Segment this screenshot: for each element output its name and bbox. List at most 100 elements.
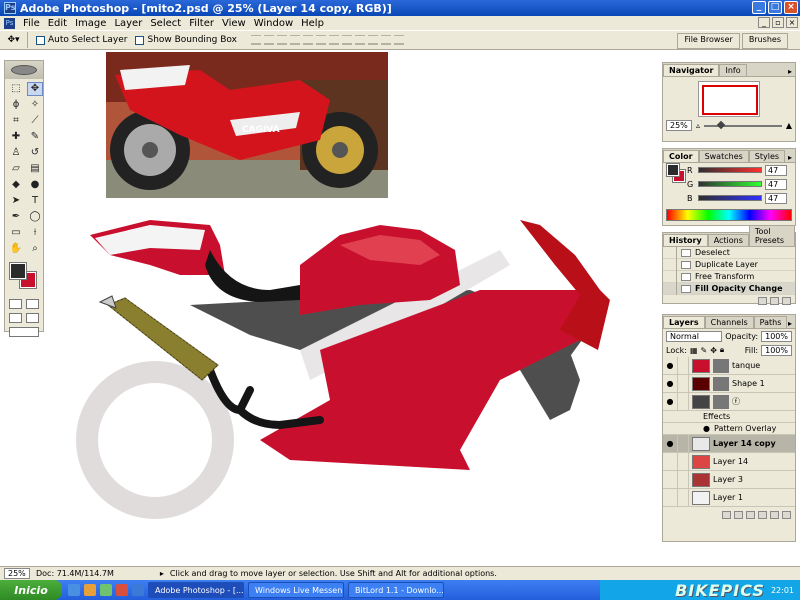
history-item[interactable]: Deselect [663,246,795,259]
new-layer-icon[interactable] [770,511,779,519]
history-item[interactable]: Duplicate Layer [663,258,795,271]
green-slider[interactable] [698,181,762,187]
hand-tool-icon[interactable]: ✋ [8,242,24,256]
layer-row[interactable]: ● Shape 1 [663,374,795,393]
distribute-icon[interactable] [367,35,378,45]
eye-icon[interactable]: ● [663,379,677,388]
pattern-overlay-row[interactable]: ● Pattern Overlay [663,423,795,435]
tab-paths[interactable]: Paths [753,316,788,328]
close-button[interactable]: × [784,1,798,14]
status-menu-icon[interactable]: ▸ [160,569,164,578]
lock-all-icon[interactable]: 🔒︎ [720,345,724,355]
path-selection-tool-icon[interactable]: ➤ [8,194,24,208]
eyedropper-tool-icon[interactable]: ⟊ [27,226,43,240]
palette-menu-icon[interactable]: ▸ [788,67,792,76]
healing-brush-tool-icon[interactable]: ✚ [8,130,24,144]
pen-tool-icon[interactable]: ✒ [8,210,24,224]
zoom-tool-icon[interactable]: ⌕ [27,242,43,256]
media-icon[interactable] [100,584,112,596]
navigator-thumbnail[interactable] [698,81,760,117]
gradient-tool-icon[interactable]: ▤ [27,162,43,176]
tab-styles[interactable]: Styles [748,150,786,162]
adjustment-layer-icon[interactable] [758,511,767,519]
minimize-button[interactable]: _ [752,1,766,14]
screen-mode-icon[interactable] [26,313,39,323]
imageready-jump-icon[interactable] [9,327,39,337]
blue-value-field[interactable]: 47 [765,192,787,204]
browser-icon[interactable] [84,584,96,596]
menu-filter[interactable]: Filter [189,18,214,29]
align-icon[interactable] [263,35,274,45]
menu-window[interactable]: Window [254,18,293,29]
red-slider[interactable] [698,167,762,173]
shape-tool-icon[interactable]: ◯ [27,210,43,224]
distribute-icon[interactable] [380,35,391,45]
palette-menu-icon[interactable]: ▸ [788,153,792,162]
history-item-current[interactable]: Fill Opacity Change [663,282,795,295]
brushes-tab[interactable]: Brushes [741,33,788,49]
color-spectrum-bar[interactable] [666,209,792,221]
red-value-field[interactable]: 47 [765,164,787,176]
notes-tool-icon[interactable]: ▭ [8,226,24,240]
marquee-tool-icon[interactable]: ⬚ [8,82,24,96]
tab-info[interactable]: Info [719,64,747,76]
layer-style-icon[interactable] [722,511,731,519]
menu-layer[interactable]: Layer [114,18,142,29]
doc-restore-button[interactable]: ▫ [772,17,784,28]
layer-row[interactable]: ● tanque [663,356,795,375]
show-bounding-box-checkbox[interactable]: Show Bounding Box [135,35,237,45]
doc-minimize-button[interactable]: _ [758,17,770,28]
new-document-icon[interactable] [758,297,767,305]
layer-row[interactable]: Layer 3 [663,470,795,489]
history-brush-tool-icon[interactable]: ↺ [27,146,43,160]
zoom-out-icon[interactable]: ▵ [696,121,700,130]
navigator-zoom-field[interactable]: 25% [666,120,692,131]
tab-swatches[interactable]: Swatches [698,150,749,162]
eraser-tool-icon[interactable]: ▱ [8,162,24,176]
dodge-tool-icon[interactable]: ● [27,178,43,192]
opacity-field[interactable]: 100% [761,330,792,342]
doc-size[interactable]: Doc: 71.4M/114.7M [36,569,114,578]
app-icon[interactable] [132,584,144,596]
tab-history[interactable]: History [663,234,708,246]
taskbar-messenger[interactable]: Windows Live Messen... [248,582,344,598]
tab-tool-presets[interactable]: Tool Presets [748,225,795,246]
distribute-icon[interactable] [341,35,352,45]
show-desktop-icon[interactable] [68,584,80,596]
eye-icon[interactable]: ● [663,361,677,370]
taskbar-bitlord[interactable]: BitLord 1.1 - Downlo... [348,582,444,598]
green-value-field[interactable]: 47 [765,178,787,190]
layer-row[interactable]: ● ⓕ [663,392,795,411]
screen-mode-icon[interactable] [9,313,22,323]
layer-row-active[interactable]: ● Layer 14 copy [663,434,795,453]
menu-view[interactable]: View [222,18,246,29]
menu-help[interactable]: Help [301,18,324,29]
menu-edit[interactable]: Edit [48,18,67,29]
menu-file[interactable]: File [23,18,40,29]
tab-color[interactable]: Color [663,150,699,162]
new-snapshot-icon[interactable] [770,297,779,305]
tab-navigator[interactable]: Navigator [663,64,720,76]
tab-layers[interactable]: Layers [663,316,705,328]
canvas-area[interactable]: CAGIVA [0,50,660,556]
trash-icon[interactable] [782,297,791,305]
distribute-icon[interactable] [328,35,339,45]
lasso-tool-icon[interactable]: ϕ [8,98,24,112]
menu-select[interactable]: Select [150,18,181,29]
clone-stamp-tool-icon[interactable]: ♙ [8,146,24,160]
align-icon[interactable] [250,35,261,45]
type-tool-icon[interactable]: T [27,194,43,208]
blend-mode-select[interactable]: Normal [666,330,723,342]
tab-channels[interactable]: Channels [704,316,754,328]
clock[interactable]: 22:01 [771,586,794,595]
move-tool-preset-icon[interactable]: ✥▾ [0,32,28,48]
distribute-icon[interactable] [354,35,365,45]
artwork-canvas[interactable]: CAGIVA [0,50,660,556]
align-icon[interactable] [276,35,287,45]
zoom-slider[interactable] [704,120,782,129]
view-box[interactable] [702,85,758,115]
start-button[interactable]: Inicio [0,580,62,600]
taskbar-photoshop[interactable]: Adobe Photoshop - [... [148,582,244,598]
maximize-button[interactable]: □ [768,1,782,14]
eye-icon[interactable]: ● [703,424,710,433]
